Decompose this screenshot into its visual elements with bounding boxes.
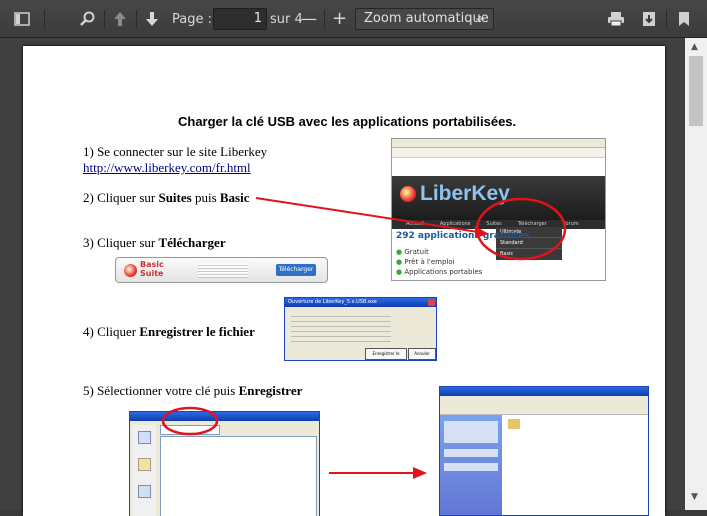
download-icon	[643, 12, 655, 26]
arrow-up-icon	[114, 12, 126, 26]
zoom-in-button[interactable]: +	[332, 8, 347, 29]
search-button[interactable]	[76, 7, 100, 31]
sidebar-toggle-button[interactable]	[10, 7, 34, 31]
toolbar-separator	[44, 10, 45, 28]
bookmark-icon	[679, 12, 689, 26]
zoom-out-button[interactable]: —	[301, 9, 317, 28]
arrowhead	[413, 467, 427, 479]
page-number-input[interactable]: 1	[213, 8, 267, 30]
pdf-toolbar: Page : 1 sur 4 — + Zoom automatique ÷	[0, 0, 707, 38]
highlight-circle-drive	[161, 406, 219, 436]
vertical-scrollbar[interactable]: ▲ ▼	[685, 38, 707, 510]
print-button[interactable]	[604, 7, 628, 31]
printer-icon	[608, 12, 624, 27]
download-button[interactable]	[637, 7, 661, 31]
sidebar-toggle-icon	[14, 12, 30, 26]
toolbar-separator	[666, 10, 667, 28]
zoom-select-value: Zoom automatique	[364, 11, 489, 26]
search-icon	[80, 11, 95, 26]
toolbar-separator	[324, 10, 325, 28]
toolbar-separator	[104, 10, 105, 28]
document-viewer[interactable]: Charger la clé USB avec les applications…	[0, 38, 685, 516]
next-page-button[interactable]	[140, 7, 164, 31]
bookmark-button[interactable]	[672, 7, 696, 31]
scrollbar-thumb[interactable]	[689, 56, 703, 126]
page-label: Page :	[172, 12, 212, 27]
scroll-up-icon[interactable]: ▲	[691, 42, 698, 52]
select-arrows-icon: ÷	[474, 12, 485, 26]
previous-page-button[interactable]	[108, 7, 132, 31]
scroll-down-icon[interactable]: ▼	[691, 492, 698, 502]
arrow-to-basic	[255, 197, 479, 233]
highlight-circle-basic	[475, 197, 567, 261]
annotation-layer	[161, 197, 567, 479]
toolbar-separator	[136, 10, 137, 28]
page-total: sur 4	[270, 12, 303, 27]
pdf-page: Charger la clé USB avec les applications…	[23, 46, 665, 516]
arrow-down-icon	[146, 12, 158, 26]
zoom-select[interactable]: Zoom automatique ÷	[355, 8, 494, 30]
